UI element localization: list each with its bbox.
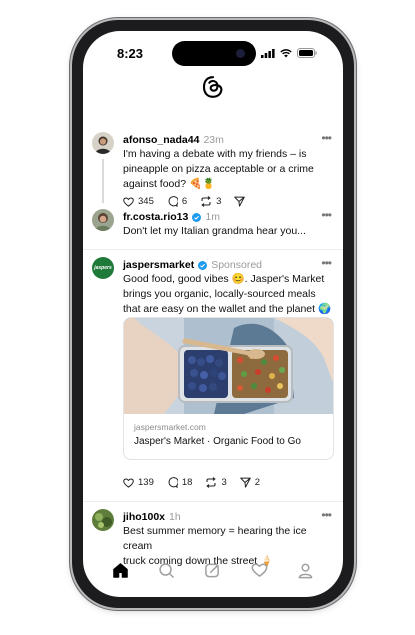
like-button[interactable]: 139	[123, 477, 154, 488]
username[interactable]: jiho100x	[123, 511, 165, 523]
screen: 8:23 afonso_nada44 23m ••• I'm having a …	[83, 31, 343, 597]
ad-image	[124, 318, 333, 414]
post-header: jiho100x 1h	[123, 511, 181, 523]
like-button[interactable]: 345	[123, 196, 154, 207]
status-bar: 8:23	[83, 31, 343, 69]
comment-icon	[168, 196, 178, 207]
post-time: 1m	[205, 211, 220, 223]
status-icons	[261, 48, 317, 58]
share-button[interactable]	[234, 196, 246, 207]
post-actions: 139 18 3 2	[123, 477, 273, 488]
share-count: 2	[254, 477, 261, 488]
dynamic-island	[172, 41, 256, 66]
heart-icon	[123, 478, 134, 488]
divider	[83, 249, 343, 250]
ad-url: jaspersmarket.com	[134, 422, 206, 432]
sponsored-label: Sponsored	[211, 259, 263, 271]
send-icon	[239, 477, 251, 488]
repost-icon	[206, 477, 217, 488]
reply-count: 18	[181, 477, 193, 488]
more-options-icon[interactable]: •••	[321, 208, 332, 222]
share-button[interactable]: 2	[239, 477, 261, 488]
post-header: afonso_nada44 23m	[123, 134, 224, 146]
post-text: Don't let my Italian grandma hear you...	[123, 225, 306, 237]
avatar[interactable]	[92, 209, 114, 231]
power-button	[354, 170, 357, 234]
ad-title: Jasper's Market · Organic Food to Go	[134, 436, 301, 447]
reply-button[interactable]: 6	[167, 196, 187, 207]
home-icon	[112, 562, 128, 578]
post-time: 1h	[169, 511, 181, 523]
heart-icon	[251, 563, 268, 578]
thread-line	[102, 159, 104, 203]
verified-badge-icon	[192, 212, 202, 222]
divider	[83, 501, 343, 502]
ad-link-card[interactable]: jaspersmarket.com Jasper's Market · Orga…	[123, 317, 334, 460]
reply-count: 6	[181, 196, 188, 207]
heart-icon	[123, 197, 134, 207]
brand-avatar[interactable]: jaspers	[92, 257, 114, 279]
like-count: 139	[138, 477, 154, 488]
tab-activity[interactable]	[247, 558, 271, 582]
threads-logo-icon[interactable]	[201, 75, 225, 99]
verified-badge-icon	[198, 260, 208, 270]
more-options-icon[interactable]: •••	[321, 131, 332, 145]
like-count: 345	[138, 196, 154, 207]
more-options-icon[interactable]: •••	[321, 256, 332, 270]
wifi-icon	[280, 48, 292, 57]
comment-icon	[168, 477, 178, 488]
username[interactable]: jaspersmarket	[123, 259, 194, 271]
repost-count: 3	[221, 477, 227, 488]
tab-bar	[83, 550, 343, 590]
post-header: fr.costa.rio13 1m	[123, 211, 220, 223]
profile-icon	[298, 563, 313, 578]
post-text: Good food, good vibes 😊. Jasper's Market…	[123, 273, 332, 315]
camera-icon	[236, 49, 245, 58]
tab-search[interactable]	[155, 558, 179, 582]
phone-frame: 8:23 afonso_nada44 23m ••• I'm having a …	[72, 20, 354, 608]
repost-button[interactable]: 3	[200, 196, 221, 207]
post-text: I'm having a debate with my friends – is…	[123, 148, 314, 190]
more-options-icon[interactable]: •••	[321, 508, 332, 522]
tab-compose[interactable]	[201, 558, 225, 582]
send-icon	[234, 196, 246, 207]
battery-icon	[297, 48, 317, 58]
repost-count: 3	[216, 196, 222, 207]
brand-logo-text: jaspers	[94, 265, 112, 271]
username[interactable]: afonso_nada44	[123, 134, 199, 146]
avatar[interactable]	[92, 509, 114, 531]
signal-icon	[261, 48, 275, 58]
tab-home[interactable]	[108, 558, 132, 582]
compose-icon	[205, 563, 220, 577]
search-icon	[159, 562, 174, 578]
username[interactable]: fr.costa.rio13	[123, 211, 188, 223]
reply-button[interactable]: 18	[167, 477, 193, 488]
status-time: 8:23	[117, 46, 144, 61]
post-time: 23m	[203, 134, 224, 146]
avatar[interactable]	[92, 132, 114, 154]
post-actions: 345 6 3	[123, 196, 258, 207]
tab-profile[interactable]	[294, 558, 318, 582]
post-header: jaspersmarket Sponsored	[123, 259, 262, 271]
repost-button[interactable]: 3	[205, 477, 227, 488]
repost-icon	[201, 196, 211, 207]
